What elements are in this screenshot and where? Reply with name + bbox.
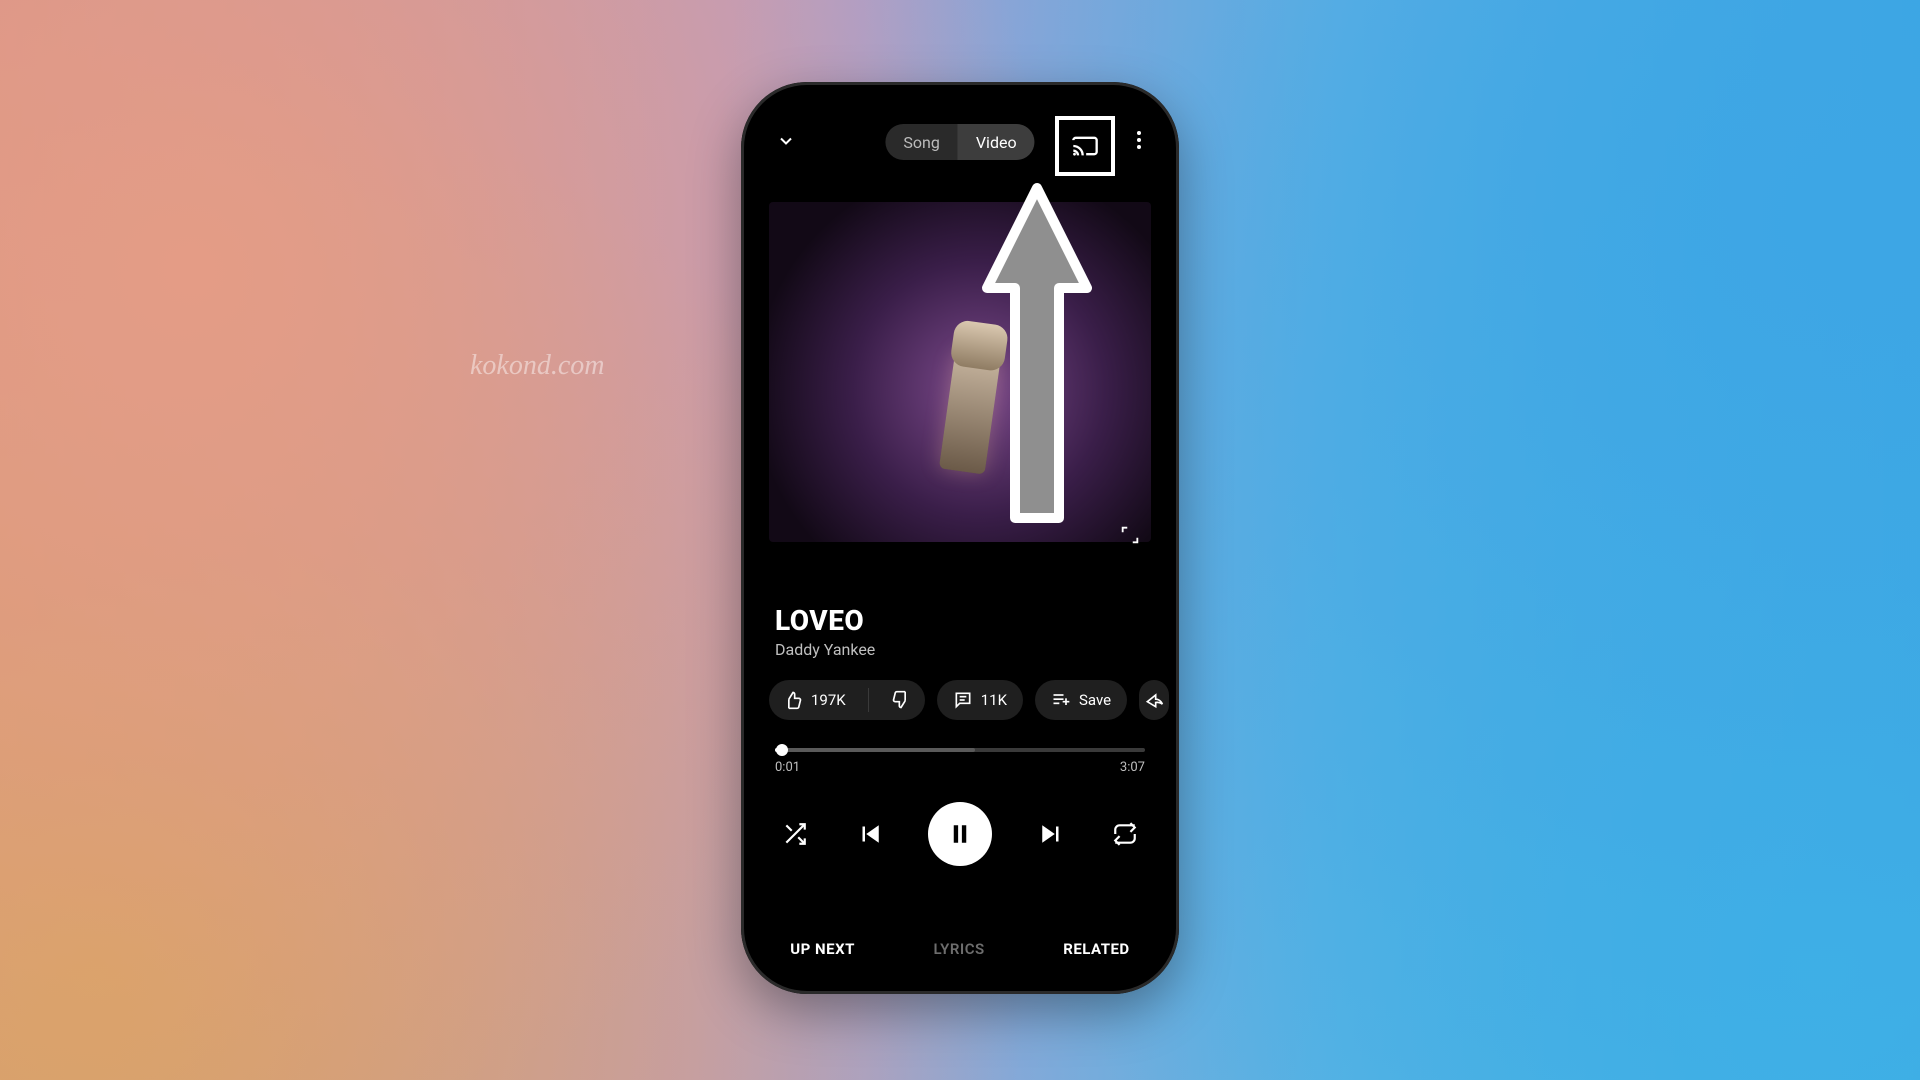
comment-icon xyxy=(953,690,973,710)
action-row: 197K 11K Save xyxy=(769,676,1169,724)
more-vert-icon xyxy=(1137,131,1141,135)
tab-related[interactable]: RELATED xyxy=(1063,940,1129,958)
top-bar: Song Video xyxy=(751,122,1169,162)
playlist-add-icon xyxy=(1051,690,1071,710)
pause-icon xyxy=(945,819,975,849)
like-count: 197K xyxy=(811,691,846,709)
track-title: LOVEO xyxy=(775,604,864,637)
skip-previous-icon xyxy=(855,819,885,849)
tab-lyrics[interactable]: LYRICS xyxy=(933,940,984,958)
progress-bar[interactable]: 0:01 3:07 xyxy=(775,748,1145,752)
share-icon xyxy=(1144,690,1164,710)
more-menu-button[interactable] xyxy=(1127,128,1151,152)
video-thumbnail-art xyxy=(939,349,1001,474)
thumb-down-icon xyxy=(891,690,911,710)
phone-frame: Song Video xyxy=(741,82,1179,994)
thumb-up-icon xyxy=(783,690,803,710)
collapse-button[interactable] xyxy=(773,128,799,154)
comments-button[interactable]: 11K xyxy=(937,680,1023,720)
save-button[interactable]: Save xyxy=(1035,680,1127,720)
elapsed-time: 0:01 xyxy=(775,760,800,775)
like-button[interactable]: 197K xyxy=(769,680,860,720)
toggle-song[interactable]: Song xyxy=(885,124,957,160)
tab-up-next[interactable]: UP NEXT xyxy=(790,940,855,958)
like-dislike-chip: 197K xyxy=(769,680,925,720)
skip-next-icon xyxy=(1036,819,1066,849)
shuffle-button[interactable] xyxy=(779,818,811,850)
next-button[interactable] xyxy=(1035,818,1067,850)
repeat-button[interactable] xyxy=(1109,818,1141,850)
progress-track xyxy=(775,748,1145,752)
share-button[interactable] xyxy=(1139,680,1169,720)
comment-count: 11K xyxy=(981,691,1007,709)
save-label: Save xyxy=(1079,691,1111,709)
chevron-down-icon xyxy=(776,131,796,151)
progress-thumb[interactable] xyxy=(776,744,788,756)
track-artist[interactable]: Daddy Yankee xyxy=(775,640,875,659)
playback-controls xyxy=(751,794,1169,874)
dislike-button[interactable] xyxy=(877,680,925,720)
repeat-icon xyxy=(1112,821,1138,847)
cast-button[interactable] xyxy=(1055,116,1115,176)
expand-icon xyxy=(1119,524,1141,546)
song-video-toggle[interactable]: Song Video xyxy=(885,124,1034,160)
progress-buffer xyxy=(775,748,975,752)
phone-screen: Song Video xyxy=(751,92,1169,984)
expand-video-button[interactable] xyxy=(1119,524,1141,546)
bottom-tabs: UP NEXT LYRICS RELATED xyxy=(751,940,1169,958)
watermark-text: kokond.com xyxy=(470,350,605,382)
video-player[interactable] xyxy=(769,202,1151,542)
chip-divider xyxy=(868,688,869,712)
previous-button[interactable] xyxy=(854,818,886,850)
duration-time: 3:07 xyxy=(1120,760,1145,775)
cast-icon xyxy=(1071,132,1099,160)
toggle-video[interactable]: Video xyxy=(958,124,1035,160)
shuffle-icon xyxy=(782,821,808,847)
play-pause-button[interactable] xyxy=(928,802,992,866)
